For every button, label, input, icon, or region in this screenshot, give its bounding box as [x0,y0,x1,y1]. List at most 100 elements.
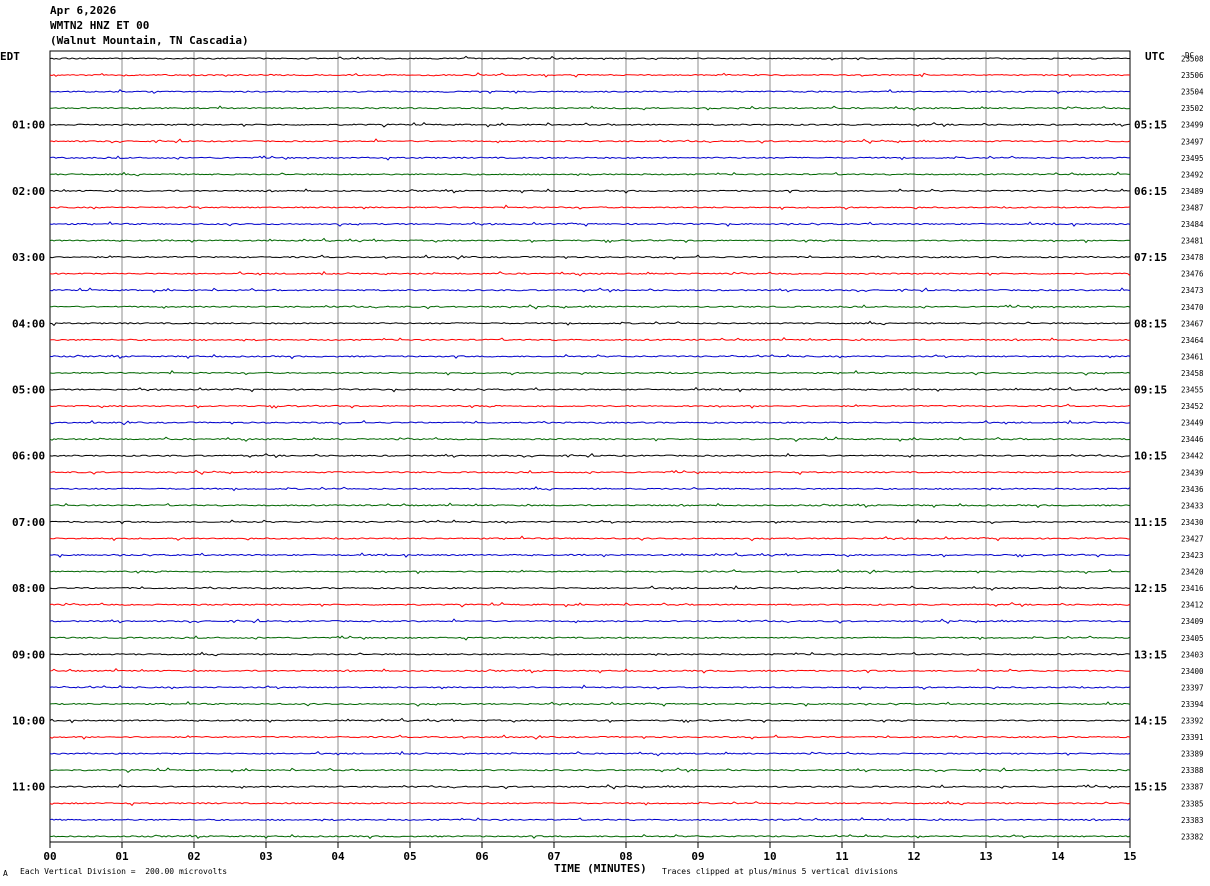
seismic-trace [49,552,1131,558]
edt-time-label: 09:00 [12,648,45,661]
dc-offset-label: 23387 [1181,783,1204,792]
seismic-trace [50,486,1131,492]
seismic-trace [49,336,1130,342]
seismic-trace [50,568,1131,575]
dc-offset-label: 23497 [1181,137,1204,146]
dc-offset-label: 23461 [1181,352,1204,361]
seismic-trace [49,684,1131,691]
seismic-trace [49,320,1131,327]
seismic-trace [49,717,1131,724]
edt-time-label: 05:00 [12,384,45,397]
right-axis-title: UTC [1145,50,1165,63]
seismic-trace [49,72,1131,78]
seismic-trace [49,651,1131,657]
dc-header: DC [1185,51,1194,60]
dc-offset-label: 23467 [1181,319,1204,328]
dc-offset-label: 23397 [1181,683,1204,692]
clip-note: Traces clipped at plus/minus 5 vertical … [662,867,899,876]
dc-offset-label: 23392 [1181,717,1204,726]
seismic-trace [49,188,1131,194]
x-tick-label: 14 [1051,850,1065,863]
dc-offset-label: 23495 [1181,154,1204,163]
edt-time-label: 01:00 [12,119,45,132]
dc-offset-label: 23383 [1181,816,1204,825]
seismic-trace [49,750,1131,757]
x-tick-label: 02 [187,850,200,863]
seismic-trace [49,237,1131,244]
dc-offset-label: 23504 [1181,88,1204,97]
utc-time-label: 11:15 [1134,516,1167,529]
seismic-trace [49,88,1131,95]
plot-frame [49,50,1131,843]
dc-offset-label: 23487 [1181,203,1204,212]
dc-offset-label: 23433 [1181,501,1204,510]
seismic-trace [49,734,1131,740]
dc-offset-label: 23499 [1181,121,1204,130]
dc-offset-label: 23385 [1181,799,1204,808]
x-tick-label: 11 [835,850,849,863]
dc-offset-label: 23506 [1181,71,1204,80]
x-tick-label: 01 [115,850,129,863]
scale-note: Each Vertical Division = 200.00 microvol… [20,867,228,876]
seismic-trace [50,105,1131,111]
seismic-trace [49,304,1131,310]
dc-offset-label: 23403 [1181,650,1204,659]
dc-offset-label: 23416 [1181,584,1204,593]
dc-offset-label: 23446 [1181,435,1204,444]
seismic-trace [49,122,1131,128]
seismic-trace [49,601,1131,608]
dc-offset-label: 23405 [1181,634,1204,643]
dc-offset-label: 23484 [1181,220,1204,229]
edt-time-label: 08:00 [12,582,45,595]
edt-time-label: 11:00 [12,781,45,794]
utc-time-label: 08:15 [1134,317,1167,330]
seismic-trace [49,221,1131,227]
dc-offset-label: 23452 [1181,402,1204,411]
utc-time-label: 13:15 [1134,648,1167,661]
dc-offset-label: 23481 [1181,237,1204,246]
utc-time-label: 10:15 [1134,450,1167,463]
utc-time-label: 14:15 [1134,715,1167,728]
dc-offset-label: 23478 [1181,253,1204,262]
seismic-trace [49,403,1131,409]
dc-offset-label: 23464 [1181,336,1204,345]
utc-time-label: 07:15 [1134,251,1167,264]
seismic-trace [49,502,1131,509]
dc-offset-label: 23391 [1181,733,1204,742]
x-tick-label: 12 [907,850,920,863]
seismic-trace [49,469,1131,476]
dc-offset-label: 23489 [1181,187,1204,196]
x-axis-title: TIME (MINUTES) [554,862,647,875]
utc-time-label: 05:15 [1134,119,1167,132]
seismic-trace [49,452,1131,459]
seismic-trace [49,386,1131,393]
dc-offset-label: 23389 [1181,750,1204,759]
dc-offset-label: 23473 [1181,286,1204,295]
dc-offset-label: 23470 [1181,303,1204,312]
seismic-trace [49,419,1131,426]
dc-offset-label: 23400 [1181,667,1204,676]
seismic-trace [49,287,1131,294]
seismic-trace [49,635,1131,641]
seismic-trace [49,353,1131,360]
x-tick-label: 03 [259,850,272,863]
seismic-trace [49,535,1130,542]
helicorder-chart: 2350823506235042350223499234972349523492… [0,50,1204,863]
edt-time-label: 03:00 [12,251,45,264]
dc-offset-label: 23388 [1181,766,1204,775]
x-tick-label: 05 [403,850,416,863]
dc-offset-label: 23492 [1181,170,1204,179]
dc-offset-label: 23436 [1181,485,1204,494]
utc-time-label: 09:15 [1134,384,1167,397]
x-tick-label: 04 [331,850,345,863]
seismic-trace [49,370,1131,376]
edt-time-label: 04:00 [12,317,45,330]
dc-offset-label: 23394 [1181,700,1204,709]
seismic-trace [49,783,1131,790]
edt-time-label: 02:00 [12,185,45,198]
x-tick-label: 00 [43,850,56,863]
x-tick-label: 09 [691,850,704,863]
seismic-trace [49,667,1131,674]
seismic-trace [49,436,1131,442]
x-tick-label: 10 [763,850,776,863]
